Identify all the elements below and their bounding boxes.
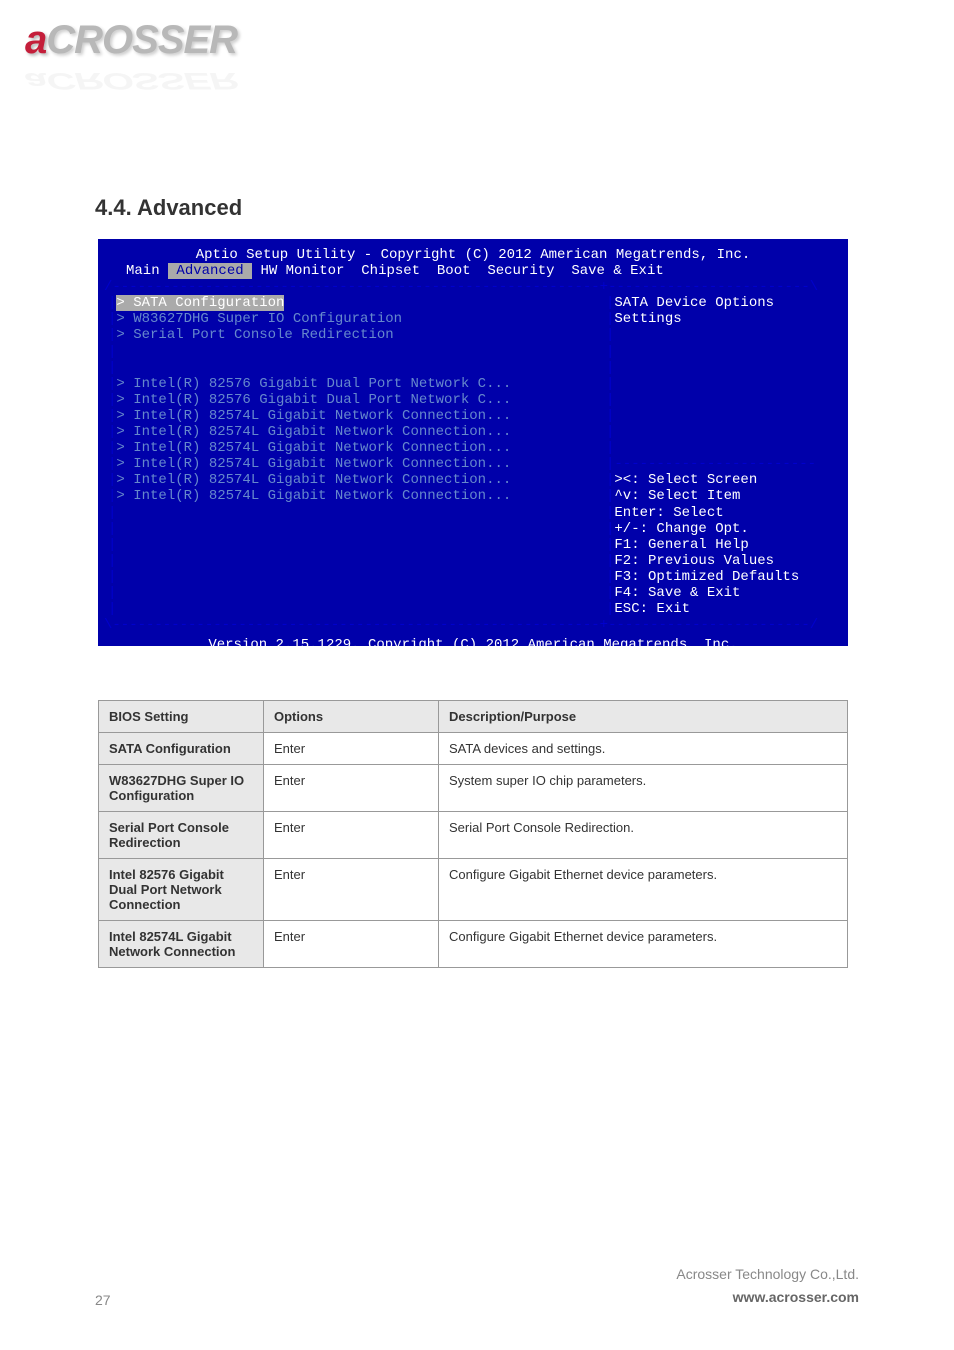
help-text: Settings xyxy=(614,311,681,327)
menu-item: > W83627DHG Super IO Configuration xyxy=(116,311,402,327)
menu-item: > Intel(R) 82574L Gigabit Network Connec… xyxy=(116,408,511,424)
table-cell: Serial Port Console Redirection. xyxy=(439,812,848,859)
bios-header: Aptio Setup Utility - Copyright (C) 2012… xyxy=(100,241,846,263)
table-cell: Enter xyxy=(264,859,439,921)
table-cell: Enter xyxy=(264,765,439,812)
logo-rest: CROSSER xyxy=(46,18,237,62)
logo-first-letter: a xyxy=(25,18,46,62)
tab-boot: Boot xyxy=(437,263,471,279)
tab-main: Main xyxy=(126,263,160,279)
table-header: Description/Purpose xyxy=(439,701,848,733)
table-cell: SATA devices and settings. xyxy=(439,733,848,765)
settings-table: BIOS Setting Options Description/Purpose… xyxy=(98,700,848,968)
menu-item: > Serial Port Console Redirection xyxy=(116,327,393,343)
bios-border: /---------------------------------------… xyxy=(100,279,846,295)
table-row: Intel 82576 Gigabit Dual Port Network Co… xyxy=(99,859,848,921)
table-cell: Enter xyxy=(264,921,439,968)
help-text: Enter: Select xyxy=(614,505,723,521)
help-text: SATA Device Options xyxy=(614,295,774,311)
tab-advanced: Advanced xyxy=(168,263,252,279)
company-url: www.acrosser.com xyxy=(676,1286,859,1308)
menu-item: > Intel(R) 82574L Gigabit Network Connec… xyxy=(116,440,511,456)
company-name: Acrosser Technology Co.,Ltd. xyxy=(676,1263,859,1285)
table-header-row: BIOS Setting Options Description/Purpose xyxy=(99,701,848,733)
logo: aCROSSER xyxy=(25,18,237,63)
menu-item: > Intel(R) 82574L Gigabit Network Connec… xyxy=(116,424,511,440)
section-title: 4.4. Advanced xyxy=(95,195,242,221)
menu-item: > Intel(R) 82574L Gigabit Network Connec… xyxy=(116,456,511,472)
table-row: Serial Port Console Redirection Enter Se… xyxy=(99,812,848,859)
help-text: ESC: Exit xyxy=(614,601,690,617)
table-cell: Intel 82574L Gigabit Network Connection xyxy=(99,921,264,968)
menu-item-selected: > SATA Configuration xyxy=(116,295,284,311)
page-footer: Acrosser Technology Co.,Ltd. www.acrosse… xyxy=(676,1263,859,1308)
tab-security: Security xyxy=(487,263,554,279)
help-text: F1: General Help xyxy=(614,537,748,553)
bios-tabs: Main Advanced HW Monitor Chipset Boot Se… xyxy=(100,263,846,279)
tab-chipset: Chipset xyxy=(361,263,420,279)
help-text: F2: Previous Values xyxy=(614,553,774,569)
bios-left-panel: |> SATA Configuration |> W83627DHG Super… xyxy=(104,295,602,617)
table-header: BIOS Setting xyxy=(99,701,264,733)
help-text: F3: Optimized Defaults xyxy=(614,569,799,585)
table-row: W83627DHG Super IO Configuration Enter S… xyxy=(99,765,848,812)
table-cell: W83627DHG Super IO Configuration xyxy=(99,765,264,812)
table-row: SATA Configuration Enter SATA devices an… xyxy=(99,733,848,765)
table-row: Intel 82574L Gigabit Network Connection … xyxy=(99,921,848,968)
menu-item: > Intel(R) 82576 Gigabit Dual Port Netwo… xyxy=(116,392,511,408)
help-text: F4: Save & Exit xyxy=(614,585,740,601)
table-cell: Serial Port Console Redirection xyxy=(99,812,264,859)
table-cell: Enter xyxy=(264,733,439,765)
tab-save: Save & Exit xyxy=(571,263,663,279)
help-text: +/-: Change Opt. xyxy=(614,521,748,537)
bios-footer: Version 2.15.1229. Copyright (C) 2012 Am… xyxy=(100,633,846,653)
menu-item: > Intel(R) 82574L Gigabit Network Connec… xyxy=(116,488,511,504)
tab-hw: HW Monitor xyxy=(260,263,344,279)
menu-item: > Intel(R) 82574L Gigabit Network Connec… xyxy=(116,472,511,488)
page-number: 27 xyxy=(95,1292,111,1308)
table-cell: Configure Gigabit Ethernet device parame… xyxy=(439,859,848,921)
table-cell: System super IO chip parameters. xyxy=(439,765,848,812)
table-cell: SATA Configuration xyxy=(99,733,264,765)
table-cell: Enter xyxy=(264,812,439,859)
bios-right-panel: |SATA Device Options |Settings | | | | |… xyxy=(602,295,842,617)
help-text: ^v: Select Item xyxy=(614,488,740,504)
bios-screenshot: Aptio Setup Utility - Copyright (C) 2012… xyxy=(98,239,848,646)
table-cell: Configure Gigabit Ethernet device parame… xyxy=(439,921,848,968)
bios-border: \---------------------------------------… xyxy=(100,617,846,633)
table-cell: Intel 82576 Gigabit Dual Port Network Co… xyxy=(99,859,264,921)
table-header: Options xyxy=(264,701,439,733)
logo-reflection: aCROSSER xyxy=(25,67,237,94)
help-text: ><: Select Screen xyxy=(614,472,757,488)
menu-item: > Intel(R) 82576 Gigabit Dual Port Netwo… xyxy=(116,376,511,392)
